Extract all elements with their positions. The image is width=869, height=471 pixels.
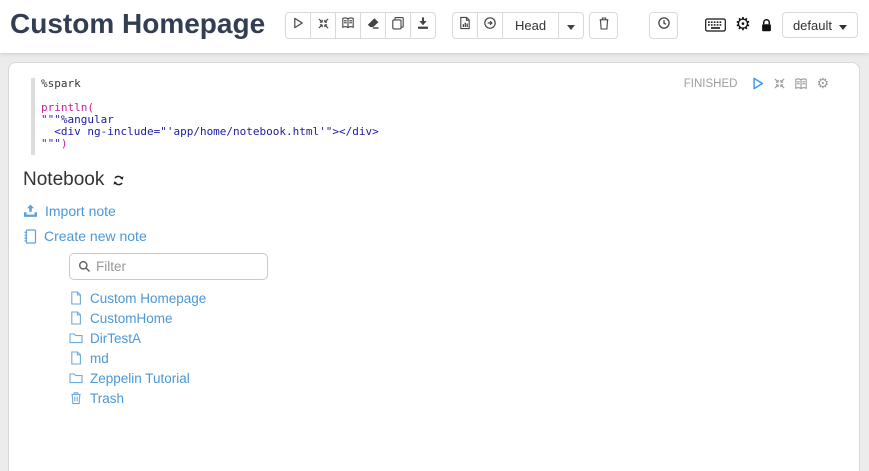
set-revision-button[interactable] [477, 12, 503, 39]
create-new-note-link[interactable]: Create new note [23, 228, 147, 244]
collapse-arrows-icon [317, 17, 330, 35]
lock-icon[interactable] [760, 18, 773, 33]
note-list-item[interactable]: DirTestA [69, 328, 141, 348]
eraser-icon [366, 16, 380, 35]
note-toolbar: Custom Homepage [0, 0, 869, 53]
download-icon [416, 16, 430, 35]
show-hide-output-button[interactable] [335, 12, 361, 39]
run-paragraph-play-icon[interactable] [750, 76, 765, 91]
version-file-icon [458, 16, 472, 35]
file-icon [69, 291, 83, 305]
file-icon [69, 311, 83, 325]
import-note-link[interactable]: Import note [23, 203, 116, 219]
clone-icon [391, 16, 405, 35]
paragraph-status: FINISHED [684, 78, 738, 90]
note-list-item[interactable]: Custom Homepage [69, 288, 206, 308]
caret-down-icon [839, 18, 847, 33]
book-icon [341, 16, 355, 35]
export-note-button[interactable] [410, 12, 436, 39]
note-title[interactable]: Custom Homepage [10, 8, 265, 40]
clock-icon [657, 16, 671, 35]
show-editor-book-icon[interactable] [794, 77, 808, 91]
run-all-button[interactable] [285, 12, 311, 39]
circle-arrow-icon [483, 16, 497, 35]
note-paragraph-card: FINISHED ⚙ %sparkprintln("""%angular <di… [8, 62, 860, 471]
paragraph-output: Notebook Import note Create new note Cus… [23, 169, 623, 408]
file-icon [69, 351, 83, 365]
note-list-item[interactable]: CustomHome [69, 308, 173, 328]
commit-version-button[interactable] [452, 12, 478, 39]
trash-icon [597, 16, 611, 36]
folder-icon [69, 332, 83, 344]
import-note-label: Import note [45, 203, 116, 219]
paragraph-controls: FINISHED ⚙ [684, 76, 829, 91]
play-icon [291, 16, 305, 35]
editor-gutter [31, 78, 35, 155]
folder-icon [69, 372, 83, 384]
show-hide-code-button[interactable] [310, 12, 336, 39]
clear-output-button[interactable] [360, 12, 386, 39]
look-and-feel-dropdown[interactable]: default [782, 12, 858, 38]
notebook-heading: Notebook [23, 169, 623, 191]
notebook-icon [23, 229, 37, 244]
collapse-paragraph-icon[interactable] [773, 77, 786, 90]
paragraph-settings-gear-icon[interactable]: ⚙ [816, 77, 829, 91]
trash-icon [69, 391, 83, 405]
revision-head-label[interactable]: Head [502, 12, 559, 39]
clone-note-button[interactable] [385, 12, 411, 39]
note-list-item-label: Zeppelin Tutorial [90, 371, 190, 386]
code-editor[interactable]: %sparkprintln("""%angular <div ng-includ… [41, 78, 379, 150]
note-list-item[interactable]: md [69, 348, 109, 368]
note-list-item[interactable]: Zeppelin Tutorial [69, 368, 190, 388]
look-and-feel-value: default [793, 18, 832, 33]
keyboard-shortcuts-icon[interactable] [705, 18, 726, 32]
note-list-item-label: md [90, 351, 109, 366]
note-action-group [285, 12, 436, 39]
note-list-item-label: CustomHome [90, 311, 173, 326]
remove-note-button[interactable] [589, 12, 618, 39]
upload-icon [23, 204, 38, 218]
note-list-item-label: Trash [90, 391, 124, 406]
note-list-item-label: DirTestA [90, 331, 141, 346]
note-list-item-label: Custom Homepage [90, 291, 206, 306]
note-filter-input[interactable] [96, 259, 246, 274]
notebook-heading-label: Notebook [23, 169, 104, 191]
note-list-item[interactable]: Trash [69, 388, 124, 408]
version-control-group: Head [452, 12, 584, 39]
zeppelin-note-page: Custom Homepage [0, 0, 869, 471]
scheduler-button[interactable] [649, 12, 678, 39]
search-icon [78, 260, 91, 273]
refresh-icon[interactable] [112, 174, 125, 187]
create-new-note-label: Create new note [44, 228, 147, 244]
interpreter-gear-icon[interactable]: ⚙ [735, 16, 751, 34]
topbar-right-controls: ⚙ default [705, 12, 858, 38]
note-filter-box [69, 253, 268, 280]
note-list: Custom Homepage CustomHome DirTestA md Zeppe… [69, 288, 623, 408]
revision-dropdown-button[interactable] [558, 12, 584, 39]
caret-down-icon [567, 17, 575, 35]
